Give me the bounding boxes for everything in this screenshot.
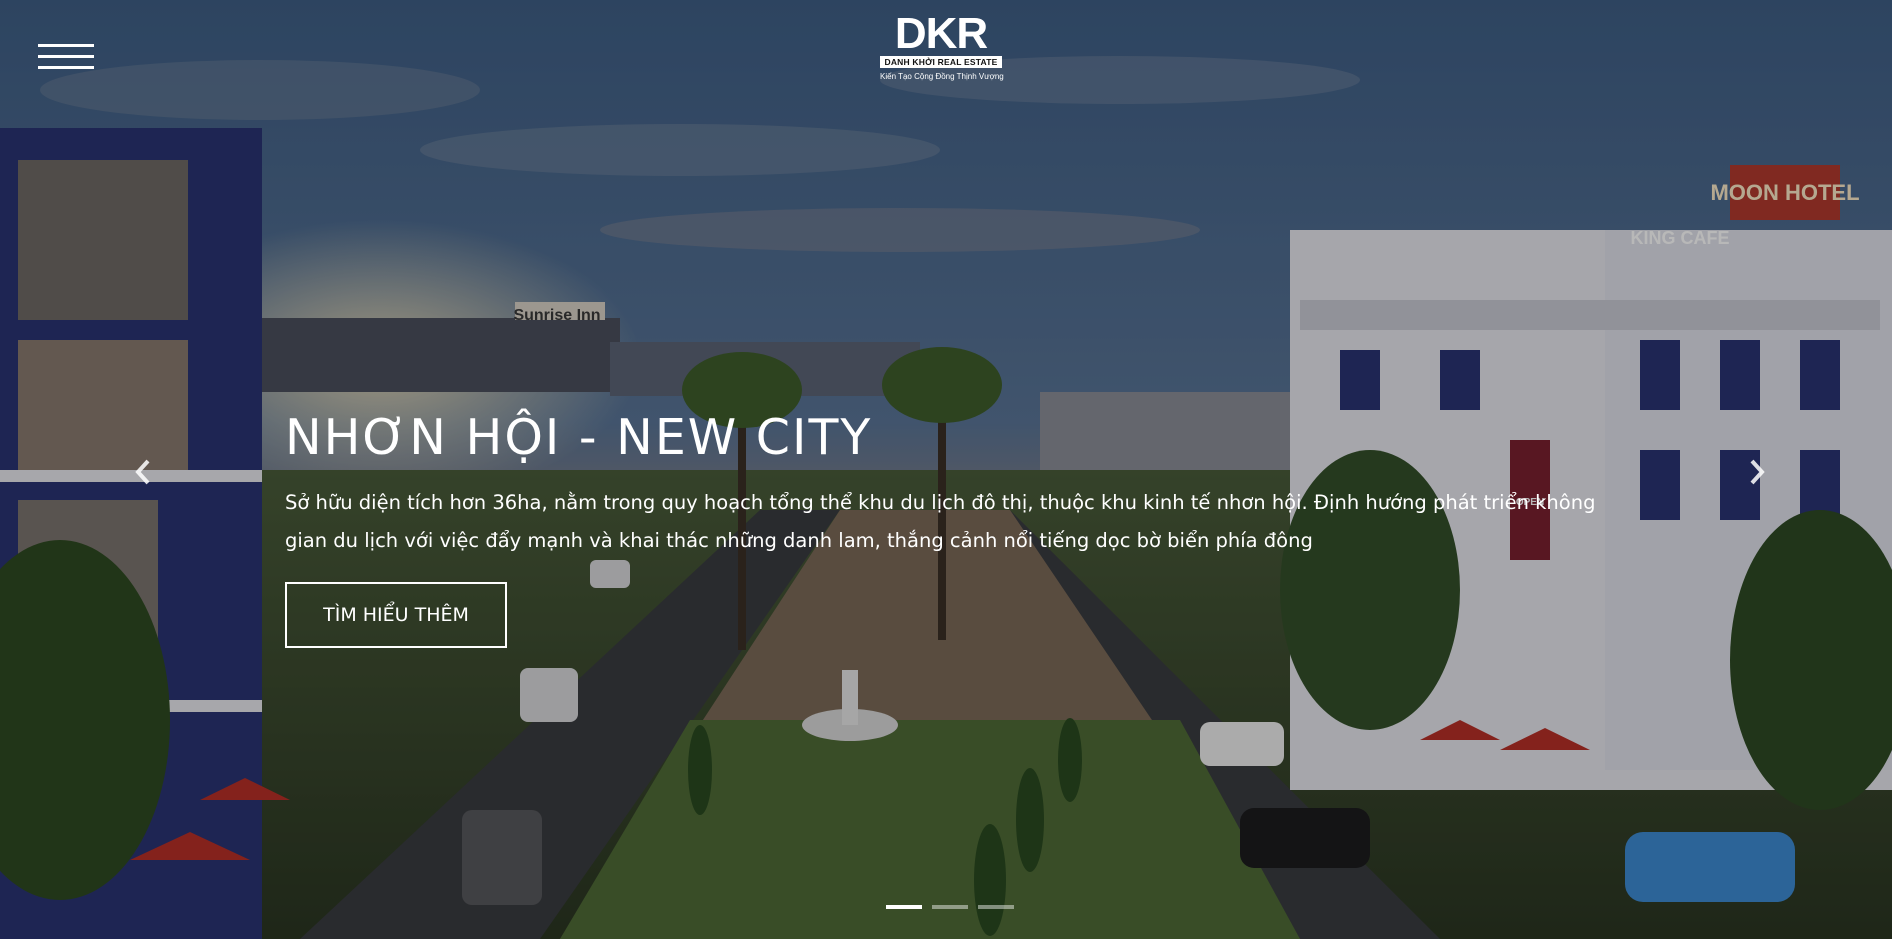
slide-caption: NHƠN HỘI - NEW CITY Sở hữu diện tích hơn…	[285, 408, 1625, 648]
learn-more-button[interactable]: TÌM HIỂU THÊM	[285, 582, 507, 648]
carousel-prev-button[interactable]	[128, 455, 158, 489]
chevron-left-icon	[135, 459, 150, 485]
logo-company-name: DANH KHỞI REAL ESTATE	[880, 56, 1002, 68]
menu-bar	[38, 66, 94, 69]
carousel-indicator-1[interactable]	[886, 905, 922, 909]
slide-description: Sở hữu diện tích hơn 36ha, nằm trong quy…	[285, 491, 1596, 552]
carousel-indicator-3[interactable]	[978, 905, 1014, 909]
logo-mark: DKR	[894, 9, 988, 58]
brand-logo[interactable]: DKR DANH KHỞI REAL ESTATE Kiến Tạo Cộng …	[880, 9, 1004, 83]
carousel-indicator-2[interactable]	[932, 905, 968, 909]
hamburger-menu-icon[interactable]	[38, 44, 94, 70]
carousel-next-button[interactable]	[1742, 455, 1772, 489]
logo-tagline: Kiến Tạo Cộng Đồng Thịnh Vượng	[880, 72, 1004, 81]
hero-carousel: MOON HOTEL KING CAFE Sunrise Inn OPEN DK…	[0, 0, 1892, 939]
chevron-right-icon	[1750, 459, 1765, 485]
menu-bar	[38, 44, 94, 47]
slide-title: NHƠN HỘI - NEW CITY	[285, 409, 873, 466]
menu-bar	[38, 55, 94, 58]
